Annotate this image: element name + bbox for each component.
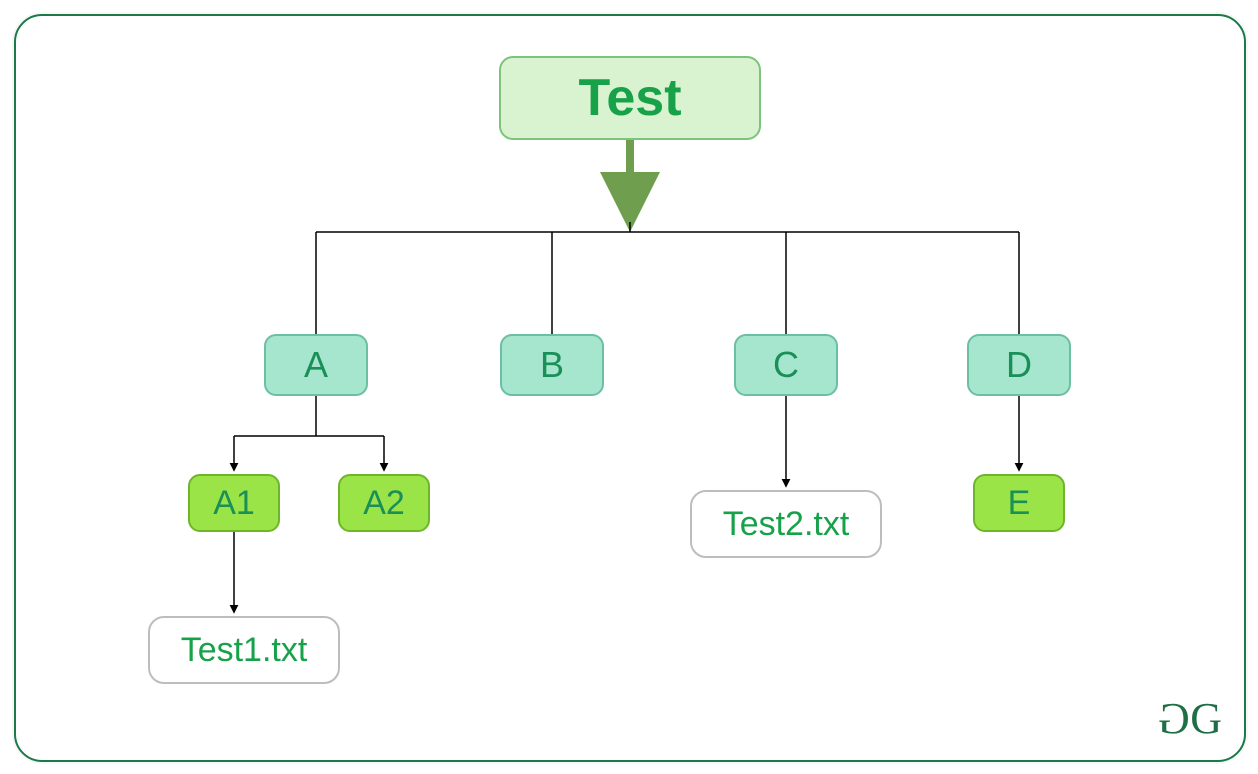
logo-g1: G: [1160, 693, 1190, 744]
node-e: E: [973, 474, 1065, 532]
node-root-label: Test: [578, 68, 681, 128]
node-a1: A1: [188, 474, 280, 532]
node-d-label: D: [1006, 344, 1032, 386]
node-a2-label: A2: [363, 484, 405, 523]
node-c-label: C: [773, 344, 799, 386]
node-file-test2: Test2.txt: [690, 490, 882, 558]
node-b-label: B: [540, 344, 564, 386]
node-file-test1-label: Test1.txt: [181, 631, 308, 670]
node-root-test: Test: [499, 56, 761, 140]
node-c: C: [734, 334, 838, 396]
diagram-frame: Test A B C D A1 A2 E Test1.txt Test2.txt…: [14, 14, 1246, 762]
node-a1-label: A1: [213, 484, 255, 523]
node-a: A: [264, 334, 368, 396]
node-a2: A2: [338, 474, 430, 532]
geeksforgeeks-logo: GG: [1160, 693, 1220, 744]
node-a-label: A: [304, 344, 328, 386]
node-file-test2-label: Test2.txt: [723, 505, 850, 544]
node-d: D: [967, 334, 1071, 396]
logo-g2: G: [1190, 694, 1220, 743]
node-file-test1: Test1.txt: [148, 616, 340, 684]
node-e-label: E: [1008, 484, 1031, 523]
node-b: B: [500, 334, 604, 396]
